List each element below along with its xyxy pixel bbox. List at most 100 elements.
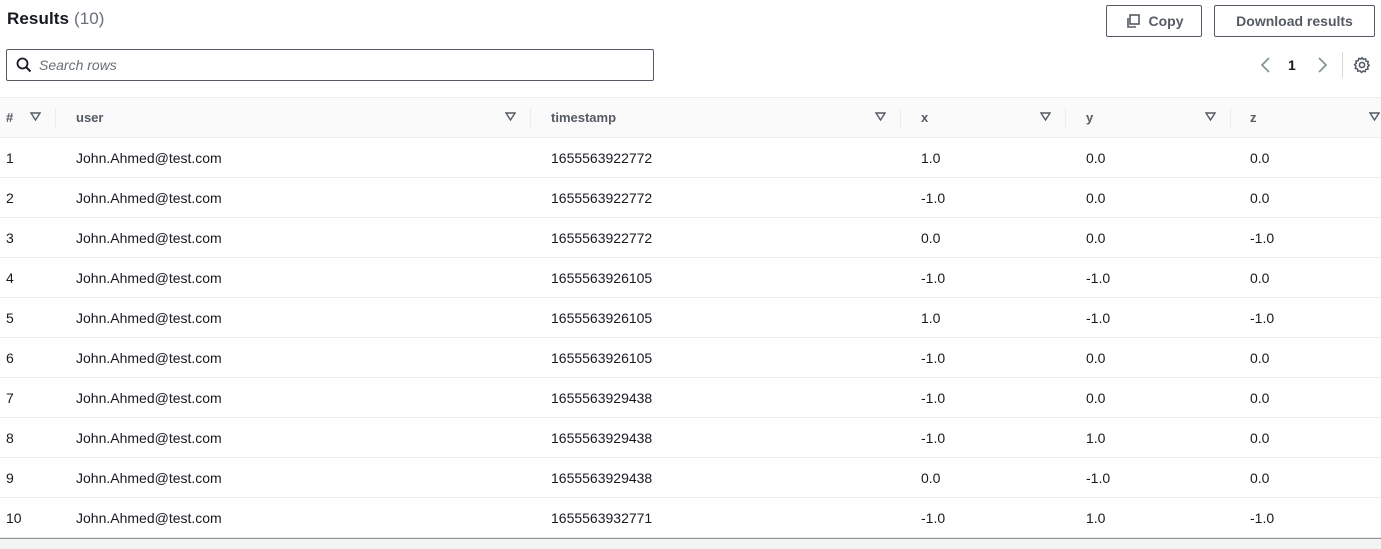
table-row[interactable]: 5 John.Ahmed@test.com 1655563926105 1.0 … xyxy=(0,298,1381,338)
cell-z: -1.0 xyxy=(1250,310,1275,326)
table-header: # user timestamp x y z xyxy=(0,98,1381,138)
column-header-z[interactable]: z xyxy=(1231,98,1381,137)
pagination-divider xyxy=(1342,52,1343,78)
cell-index: 5 xyxy=(6,310,14,326)
cell-timestamp: 1655563929438 xyxy=(551,390,653,406)
cell-timestamp: 1655563926105 xyxy=(551,350,653,366)
cell-index: 10 xyxy=(6,510,22,526)
cell-y: 0.0 xyxy=(1086,150,1106,166)
cell-x: -1.0 xyxy=(921,390,946,406)
cell-user: John.Ahmed@test.com xyxy=(76,510,222,526)
cell-timestamp: 1655563922772 xyxy=(551,150,653,166)
column-header-timestamp[interactable]: timestamp xyxy=(531,98,900,137)
cell-z: 0.0 xyxy=(1250,150,1270,166)
cell-timestamp: 1655563922772 xyxy=(551,190,653,206)
table-row[interactable]: 8 John.Ahmed@test.com 1655563929438 -1.0… xyxy=(0,418,1381,458)
result-count: (10) xyxy=(73,9,105,28)
cell-y: -1.0 xyxy=(1086,270,1111,286)
search-input[interactable] xyxy=(39,50,639,80)
cell-z: -1.0 xyxy=(1250,510,1275,526)
page-number-current[interactable]: 1 xyxy=(1288,57,1296,73)
cell-user: John.Ahmed@test.com xyxy=(76,350,222,366)
cell-x: -1.0 xyxy=(921,510,946,526)
cell-y: 1.0 xyxy=(1086,510,1106,526)
cell-y: 0.0 xyxy=(1086,390,1106,406)
table-row[interactable]: 9 John.Ahmed@test.com 1655563929438 0.0 … xyxy=(0,458,1381,498)
cell-user: John.Ahmed@test.com xyxy=(76,430,222,446)
chevron-left-icon[interactable] xyxy=(1258,56,1274,74)
cell-z: 0.0 xyxy=(1250,190,1270,206)
column-header-label: x xyxy=(921,110,929,125)
column-header-user[interactable]: user xyxy=(56,98,530,137)
column-header-index[interactable]: # xyxy=(0,98,55,137)
cell-z: 0.0 xyxy=(1250,470,1270,486)
sort-caret-icon[interactable] xyxy=(1040,112,1051,121)
cell-timestamp: 1655563926105 xyxy=(551,270,653,286)
sort-caret-icon[interactable] xyxy=(1205,112,1216,121)
cell-z: 0.0 xyxy=(1250,350,1270,366)
cell-index: 2 xyxy=(6,190,14,206)
download-button-label: Download results xyxy=(1236,13,1353,29)
sort-caret-icon[interactable] xyxy=(1369,112,1380,121)
sort-caret-icon[interactable] xyxy=(30,112,41,121)
cell-user: John.Ahmed@test.com xyxy=(76,310,222,326)
cell-z: 0.0 xyxy=(1250,430,1270,446)
cell-user: John.Ahmed@test.com xyxy=(76,390,222,406)
cell-timestamp: 1655563929438 xyxy=(551,470,653,486)
cell-index: 7 xyxy=(6,390,14,406)
cell-y: 0.0 xyxy=(1086,350,1106,366)
cell-user: John.Ahmed@test.com xyxy=(76,190,222,206)
cell-user: John.Ahmed@test.com xyxy=(76,470,222,486)
cell-timestamp: 1655563922772 xyxy=(551,230,653,246)
gear-icon[interactable] xyxy=(1353,56,1371,74)
download-results-button[interactable]: Download results xyxy=(1214,5,1375,37)
cell-timestamp: 1655563929438 xyxy=(551,430,653,446)
sort-caret-icon[interactable] xyxy=(505,112,516,121)
column-header-x[interactable]: x xyxy=(901,98,1065,137)
cell-index: 8 xyxy=(6,430,14,446)
cell-x: 1.0 xyxy=(921,150,941,166)
table-row[interactable]: 4 John.Ahmed@test.com 1655563926105 -1.0… xyxy=(0,258,1381,298)
cell-y: -1.0 xyxy=(1086,310,1111,326)
column-header-label: y xyxy=(1086,110,1094,125)
chevron-right-icon[interactable] xyxy=(1314,56,1330,74)
horizontal-scrollbar[interactable] xyxy=(0,538,1381,549)
cell-y: 0.0 xyxy=(1086,230,1106,246)
table-row[interactable]: 2 John.Ahmed@test.com 1655563922772 -1.0… xyxy=(0,178,1381,218)
column-header-label: timestamp xyxy=(551,110,617,125)
table-row[interactable]: 6 John.Ahmed@test.com 1655563926105 -1.0… xyxy=(0,338,1381,378)
copy-button-label: Copy xyxy=(1148,13,1184,29)
cell-user: John.Ahmed@test.com xyxy=(76,230,222,246)
cell-y: 1.0 xyxy=(1086,430,1106,446)
copy-button[interactable]: Copy xyxy=(1106,5,1202,37)
column-header-label: z xyxy=(1250,110,1257,125)
page-title: Results (10) xyxy=(7,9,105,29)
cell-x: 0.0 xyxy=(921,470,941,486)
cell-index: 1 xyxy=(6,150,14,166)
table-row[interactable]: 10 John.Ahmed@test.com 1655563932771 -1.… xyxy=(0,498,1381,538)
cell-y: 0.0 xyxy=(1086,190,1106,206)
cell-timestamp: 1655563926105 xyxy=(551,310,653,326)
cell-x: -1.0 xyxy=(921,430,946,446)
cell-z: 0.0 xyxy=(1250,270,1270,286)
cell-x: -1.0 xyxy=(921,350,946,366)
cell-timestamp: 1655563932771 xyxy=(551,510,653,526)
cell-x: 1.0 xyxy=(921,310,941,326)
column-header-y[interactable]: y xyxy=(1066,98,1230,137)
table-row[interactable]: 3 John.Ahmed@test.com 1655563922772 0.0 … xyxy=(0,218,1381,258)
table-row[interactable]: 7 John.Ahmed@test.com 1655563929438 -1.0… xyxy=(0,378,1381,418)
search-icon xyxy=(16,57,32,73)
search-box[interactable] xyxy=(6,49,654,81)
results-panel: Results (10) Copy Download results 1 # xyxy=(0,0,1381,549)
cell-index: 4 xyxy=(6,270,14,286)
cell-y: -1.0 xyxy=(1086,470,1111,486)
column-header-label: user xyxy=(76,110,104,125)
cell-z: 0.0 xyxy=(1250,390,1270,406)
table-row[interactable]: 1 John.Ahmed@test.com 1655563922772 1.0 … xyxy=(0,138,1381,178)
cell-x: 0.0 xyxy=(921,230,941,246)
cell-user: John.Ahmed@test.com xyxy=(76,150,222,166)
cell-x: -1.0 xyxy=(921,190,946,206)
column-header-label: # xyxy=(6,110,14,125)
copy-icon xyxy=(1126,14,1140,28)
sort-caret-icon[interactable] xyxy=(875,112,886,121)
